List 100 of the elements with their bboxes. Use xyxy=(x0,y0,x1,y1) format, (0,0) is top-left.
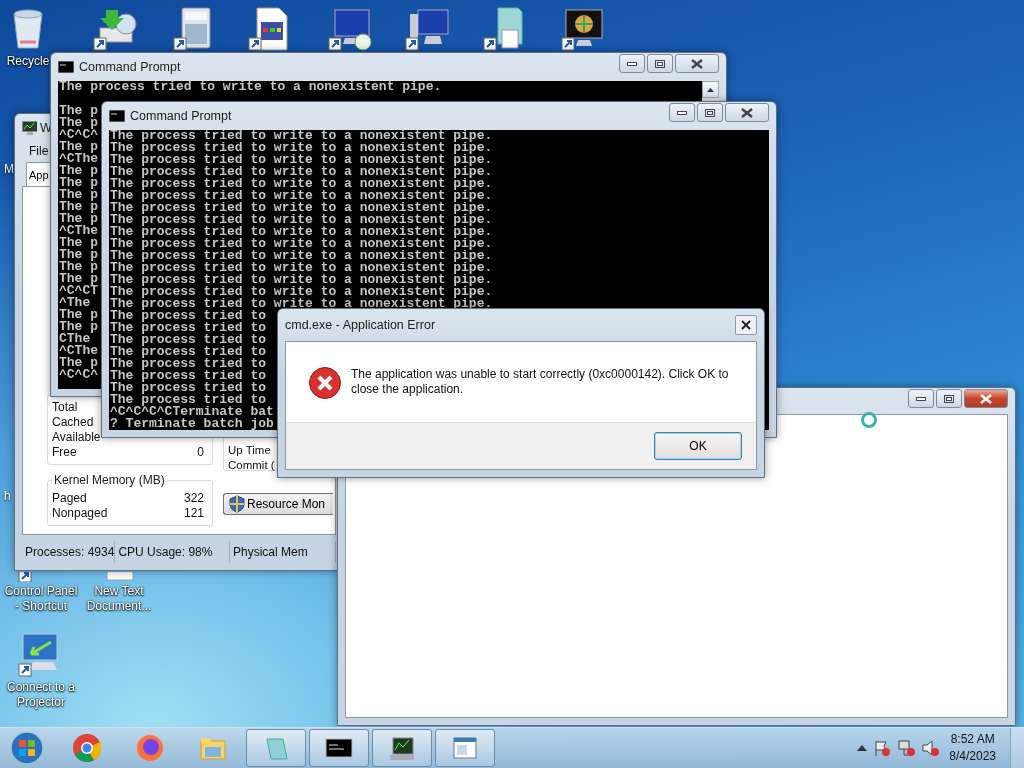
console-line: ^CThe xyxy=(59,225,98,237)
stat-label: Available xyxy=(52,430,101,445)
console-line: CThe xyxy=(59,333,91,345)
network-icon[interactable] xyxy=(897,739,916,757)
icon-label: New Text Document... xyxy=(85,584,153,614)
close-icon xyxy=(741,107,753,118)
maximize-icon xyxy=(655,59,665,68)
console-line: ? Terminate batch job xyxy=(110,418,274,430)
console-line: The process tried to write to a nonexistent pipe. xyxy=(110,130,493,142)
console-line: The p xyxy=(59,177,98,189)
ok-button[interactable]: OK xyxy=(654,432,742,460)
console-line: The process tried to write to a nonexistent pipe. xyxy=(110,274,493,286)
maximize-button[interactable] xyxy=(697,103,723,122)
console-line: ^C^C^ xyxy=(59,369,98,381)
minimize-button[interactable] xyxy=(669,103,695,122)
firefox-icon xyxy=(135,733,165,763)
volume-muted-icon[interactable] xyxy=(921,739,940,757)
close-icon xyxy=(980,393,992,404)
scroll-up-button[interactable] xyxy=(702,81,719,98)
stat-label: Total xyxy=(52,400,78,415)
dialog-title: cmd.exe - Application Error xyxy=(285,318,437,332)
close-icon xyxy=(741,320,751,330)
console-line: The process tried to write to a nonexistent pipe. xyxy=(110,154,493,166)
console-line: The p xyxy=(59,165,98,177)
caret-up-icon[interactable] xyxy=(857,744,868,752)
close-button[interactable] xyxy=(735,315,757,335)
console-line: The process tried to xyxy=(110,370,267,382)
stat-label: Up Time xyxy=(228,443,271,458)
stat-value: 0 xyxy=(197,445,204,460)
clock-time: 8:52 AM xyxy=(950,731,995,748)
console-line: The p xyxy=(59,261,98,273)
console-line: The process tried to write to a nonexistent pipe. xyxy=(110,250,493,262)
console-line: The p xyxy=(59,141,98,153)
console-line: The process tried to write to a nonexistent pipe. xyxy=(110,190,493,202)
stat-label: Free xyxy=(52,445,77,460)
close-button[interactable] xyxy=(725,103,769,122)
stat-value: 121 xyxy=(183,506,204,521)
console-line: The p xyxy=(59,321,98,333)
console-line: The process tried to xyxy=(110,334,267,346)
console-line: ^C^CT xyxy=(59,285,98,297)
console-line: The p xyxy=(59,189,98,201)
error-message: The application was unable to start correctly (0xc0000142). Click OK to close the application. xyxy=(351,366,730,397)
group-title: Kernel Memory (MB) xyxy=(53,473,166,487)
icon-label: M xyxy=(4,162,14,176)
stat-label: Paged xyxy=(52,491,87,506)
status-text: Physical Mem xyxy=(229,541,336,563)
console-line: The process tried to write to a nonexistent pipe. xyxy=(110,214,493,226)
clock-date: 8/4/2023 xyxy=(949,748,996,765)
resource-monitor-button[interactable]: Resource Mon xyxy=(223,493,333,515)
console-line: The p xyxy=(59,105,98,117)
close-button[interactable] xyxy=(675,54,719,73)
menu-item[interactable]: File xyxy=(29,144,49,158)
console-line: The process tried to write to a nonexistent pipe. xyxy=(110,262,493,274)
icon-label: h xyxy=(4,489,11,503)
stat-label: Commit ( xyxy=(228,458,275,473)
console-line: ^CThe xyxy=(59,153,98,165)
taskbar-button[interactable] xyxy=(309,729,369,767)
start-icon xyxy=(10,731,44,765)
maximize-icon xyxy=(944,394,954,403)
stat-value: 322 xyxy=(183,491,204,506)
minimize-icon xyxy=(627,61,637,66)
console-line: The process tried to xyxy=(110,346,267,358)
flag-icon[interactable] xyxy=(873,739,892,757)
maximize-button[interactable] xyxy=(647,54,673,73)
monitor-icon xyxy=(22,120,37,135)
window-title: Command Prompt xyxy=(130,109,233,123)
window-title: Command Prompt xyxy=(79,60,182,74)
minimize-button[interactable] xyxy=(908,389,934,408)
stat-label: Nonpaged xyxy=(52,506,108,521)
console-icon xyxy=(109,110,125,122)
console-line: ^C^C^ xyxy=(59,129,98,141)
console-line: The process tried to write to a nonexistent pipe. xyxy=(59,81,442,93)
console-line: The p xyxy=(59,237,98,249)
up-arrow-icon xyxy=(707,87,714,92)
console-line: The process tried to write to a nonexistent pipe. xyxy=(110,286,493,298)
console-line: The p xyxy=(59,213,98,225)
icon-label: Control Panel - Shortcut xyxy=(3,584,79,614)
console-line: The p xyxy=(59,201,98,213)
minimize-button[interactable] xyxy=(619,54,645,73)
busy-cursor-icon xyxy=(860,411,878,429)
tab[interactable]: App xyxy=(26,162,51,186)
shield-icon xyxy=(229,495,245,513)
maximize-button[interactable] xyxy=(936,389,962,408)
minimize-icon xyxy=(677,110,687,115)
console-line: The p xyxy=(59,309,98,321)
console-line: ^C^C^C^CTerminate bat xyxy=(110,406,274,418)
console-line: The process tried to xyxy=(110,322,267,334)
console-line: The process tried to write to a nonexistent pipe. xyxy=(110,298,493,310)
console-line: The process tried to xyxy=(110,310,267,322)
icon-label: Connect to a Projector xyxy=(5,680,76,710)
taskbar-button[interactable] xyxy=(372,729,432,767)
console-line: The process tried to write to a nonexistent pipe. xyxy=(110,166,493,178)
console-line: The process tried to write to a nonexistent pipe. xyxy=(110,226,493,238)
chrome-icon xyxy=(72,733,102,763)
error-icon xyxy=(308,366,342,400)
stat-label: Cached xyxy=(52,415,94,430)
status-text: Processes: 4934 xyxy=(22,541,116,563)
console-line: The p xyxy=(59,273,98,285)
console-line: ^CThe xyxy=(59,345,98,357)
console-line: The p xyxy=(59,117,98,129)
